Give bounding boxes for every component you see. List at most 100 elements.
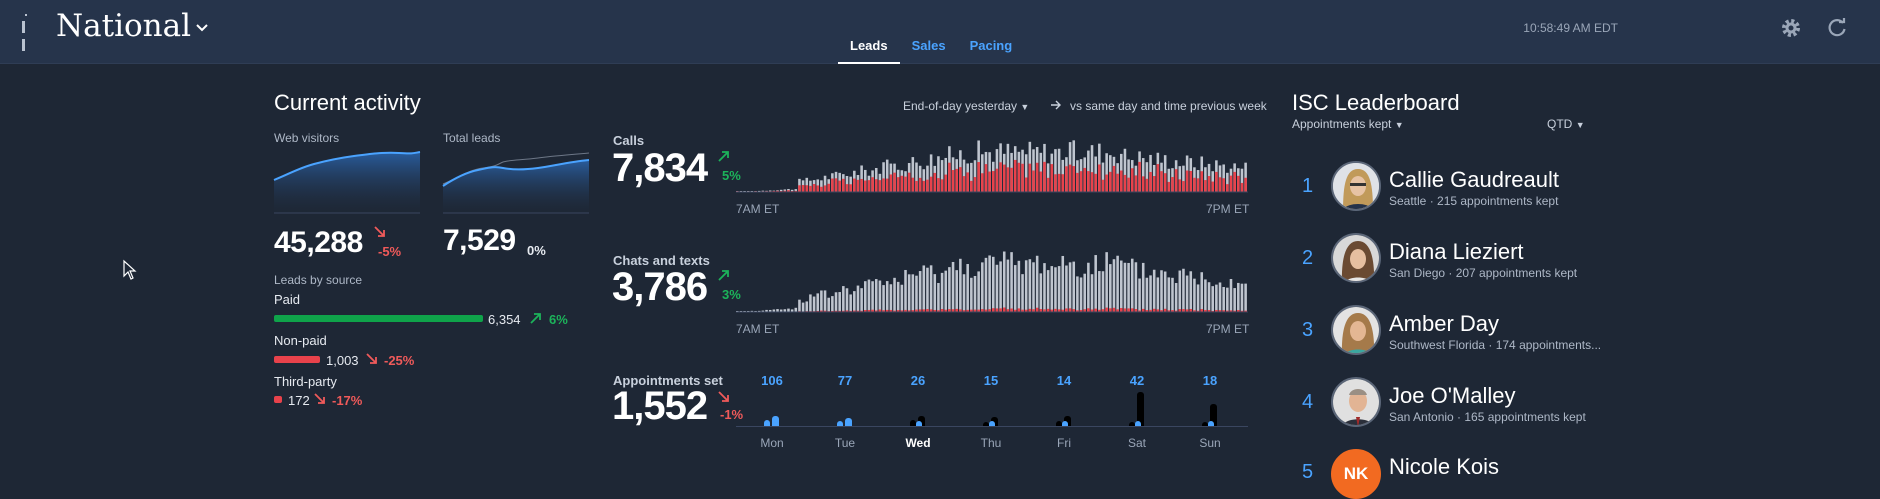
appointments-day-count: 26 [898, 373, 938, 388]
histogram-bar-segment [1054, 174, 1057, 192]
histogram-bar [831, 296, 834, 312]
histogram-bar-segment [1182, 181, 1185, 192]
histogram-bar-segment [1029, 164, 1032, 192]
histogram-bar-segment [1241, 183, 1244, 192]
calls-axis-start: 7AM ET [736, 202, 779, 216]
appointments-day-label: Sat [1117, 436, 1157, 450]
histogram-bar [890, 284, 893, 312]
region-title[interactable]: National [56, 8, 191, 44]
histogram-bar-segment [1146, 179, 1149, 192]
histogram-bar-segment [930, 177, 933, 192]
histogram-bar-segment [1138, 162, 1141, 192]
appointments-day-count: 15 [971, 373, 1011, 388]
histogram-bar-segment [1018, 163, 1021, 192]
leaderboard-metric: Appointments kept [1292, 117, 1391, 131]
avatar[interactable] [1331, 305, 1381, 355]
histogram-bar-segment [860, 179, 863, 192]
histogram-bar-segment [809, 186, 812, 192]
histogram-bar [1244, 284, 1247, 312]
histogram-bar-segment [1069, 308, 1072, 312]
source-change-paid: 6% [549, 312, 568, 327]
leaderboard-name[interactable]: Callie Gaudreault [1389, 167, 1559, 193]
leaderboard-rank: 5 [1302, 461, 1313, 484]
histogram-bar-segment [1197, 178, 1200, 192]
avatar-initials[interactable]: NK [1331, 449, 1381, 499]
appointments-day-label: Wed [898, 436, 938, 450]
histogram-bar-segment [1091, 172, 1094, 192]
histogram-bar-segment [827, 184, 830, 192]
histogram-bar [1215, 285, 1218, 312]
histogram-bar [919, 271, 922, 312]
tab-pacing[interactable]: Pacing [958, 38, 1025, 64]
histogram-bar-segment [842, 179, 845, 192]
histogram-bar-segment [1076, 173, 1079, 192]
avatar[interactable] [1331, 233, 1381, 283]
histogram-bar-segment [1010, 168, 1013, 192]
histogram-bar-segment [1230, 176, 1233, 192]
arrow-down-icon [314, 393, 326, 405]
leaderboard-name[interactable]: Diana Lieziert [1389, 239, 1524, 265]
refresh-icon[interactable] [1826, 17, 1848, 39]
histogram-bar [1237, 283, 1240, 312]
pause-icon[interactable] [22, 20, 32, 34]
histogram-bar [1054, 267, 1057, 312]
chevron-down-icon[interactable] [196, 22, 208, 34]
histogram-bar [1065, 266, 1068, 312]
histogram-bar [820, 290, 823, 312]
source-change-nonpaid: -25% [384, 353, 414, 368]
histogram-bar [1021, 274, 1024, 312]
histogram-bar [966, 264, 969, 312]
histogram-bar-segment [1116, 174, 1119, 192]
histogram-bar [908, 274, 911, 312]
histogram-bar-segment [1087, 308, 1090, 312]
histogram-bar [1094, 255, 1097, 312]
histogram-bar-segment [923, 181, 926, 192]
histogram-bar-segment [955, 169, 958, 192]
appointments-day-count: 42 [1117, 373, 1157, 388]
calls-histogram [736, 140, 1248, 192]
histogram-bar [1157, 277, 1160, 312]
appointments-day-label: Thu [971, 436, 1011, 450]
histogram-bar [904, 270, 907, 312]
histogram-bar [849, 294, 852, 312]
histogram-bar [1087, 263, 1090, 312]
leaderboard-range-dropdown[interactable]: QTD ▼ [1547, 117, 1585, 131]
histogram-bar [1007, 260, 1010, 312]
histogram-bar [835, 292, 838, 312]
source-value-nonpaid: 1,003 [326, 353, 359, 368]
tab-leads[interactable]: Leads [838, 38, 900, 64]
histogram-bar [915, 276, 918, 312]
appointments-day-bar [772, 416, 779, 426]
leaderboard-metric-dropdown[interactable]: Appointments kept ▼ [1292, 117, 1404, 131]
leaderboard-name[interactable]: Nicole Kois [1389, 454, 1499, 480]
histogram-bar [955, 270, 958, 312]
comparison-label[interactable]: vs same day and time previous week [1070, 99, 1267, 113]
appointments-baseline [736, 426, 1248, 427]
histogram-bar [860, 288, 863, 312]
avatar[interactable] [1331, 377, 1381, 427]
avatar[interactable] [1331, 161, 1381, 211]
gear-icon[interactable] [1780, 17, 1802, 39]
histogram-bar [977, 271, 980, 312]
histogram-bar [1124, 263, 1127, 312]
source-value-paid: 6,354 [488, 312, 521, 327]
histogram-bar [1219, 282, 1222, 312]
histogram-bar [1083, 274, 1086, 312]
leaderboard-name[interactable]: Joe O'Malley [1389, 383, 1515, 409]
leaderboard-name[interactable]: Amber Day [1389, 311, 1499, 337]
histogram-bar [1003, 252, 1006, 312]
period-dropdown[interactable]: End-of-day yesterday ▼ [903, 99, 1029, 113]
histogram-bar-segment [820, 187, 823, 192]
histogram-bar-segment [1226, 184, 1229, 192]
histogram-bar-segment [831, 179, 834, 192]
total-leads-value: 7,529 [443, 224, 516, 258]
histogram-bar-segment [802, 185, 805, 192]
histogram-bar [1241, 284, 1244, 312]
histogram-bar-segment [963, 176, 966, 192]
arrow-down-icon [718, 391, 730, 403]
tab-sales[interactable]: Sales [900, 38, 958, 64]
histogram-bar [996, 265, 999, 312]
source-bar-thirdparty [274, 396, 282, 403]
histogram-bar-segment [1113, 166, 1116, 192]
histogram-bar-segment [1069, 165, 1072, 192]
